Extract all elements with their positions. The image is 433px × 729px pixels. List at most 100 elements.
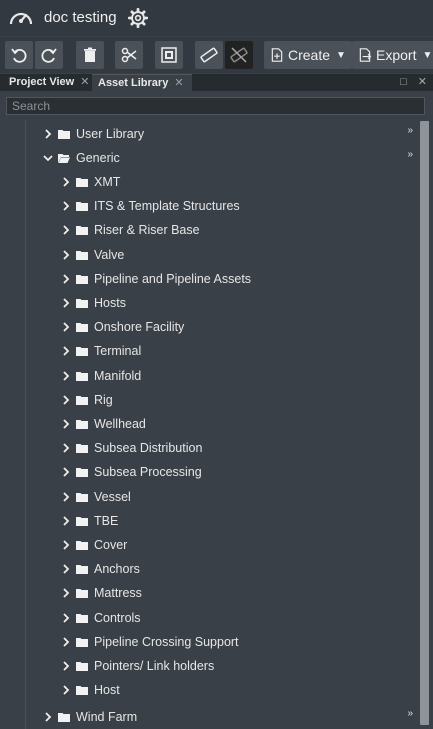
tree-item-label: Wellhead [94, 417, 146, 431]
scissors-icon [121, 47, 137, 63]
tree-item[interactable]: Valve [61, 246, 124, 264]
chevron-right-icon[interactable] [61, 225, 71, 236]
tree-item[interactable]: Pipeline Crossing Support [61, 633, 239, 651]
chevron-right-icon[interactable] [61, 177, 71, 187]
undo-icon [11, 48, 27, 63]
measure-button[interactable] [195, 41, 223, 69]
tree-item-label: ITS & Template Structures [94, 199, 240, 214]
chevron-right-icon[interactable] [61, 661, 71, 671]
chevron-right-icon[interactable] [61, 637, 71, 647]
tree-item[interactable]: Vessel [61, 488, 131, 506]
tree-item-label: Anchors [94, 562, 140, 577]
chevron-right-icon[interactable] [61, 685, 71, 695]
folder-icon [76, 395, 88, 405]
tree-item[interactable]: Cover [61, 536, 127, 554]
tree-item-label: Subsea Distribution [94, 441, 203, 456]
undo-button[interactable] [5, 41, 33, 69]
chevron-down-icon[interactable] [43, 153, 53, 163]
tree-item[interactable]: Pipeline and Pipeline Assets [61, 270, 251, 288]
folder-icon [76, 347, 88, 357]
chevron-right-icon[interactable] [61, 370, 71, 381]
folder-icon [76, 178, 88, 187]
document-title: doc testing [44, 9, 117, 26]
tree-item-label: Pipeline and Pipeline Assets [94, 271, 252, 286]
maximize-icon[interactable]: □ [400, 76, 407, 88]
tree-item[interactable]: Hosts [61, 294, 126, 312]
export-button[interactable]: Export ▼ [352, 41, 433, 69]
tree-guide-line [25, 120, 26, 729]
chevron-right-icon[interactable] [61, 322, 71, 332]
chevron-right-icon[interactable] [61, 443, 71, 453]
folder-icon [76, 371, 88, 381]
double-chevron-icon[interactable]: » [407, 149, 413, 160]
chevron-right-icon[interactable] [61, 274, 71, 284]
tree-item[interactable]: Manifold [61, 367, 141, 385]
chevron-right-icon[interactable] [61, 346, 71, 357]
tree-item[interactable]: Subsea Distribution [61, 439, 202, 457]
tree-item-user-library[interactable]: User Library [43, 125, 144, 143]
tree-item[interactable]: Anchors [61, 560, 140, 578]
tree-item-label: Cover [94, 538, 128, 552]
tree-item[interactable]: Controls [61, 609, 141, 627]
chevron-right-icon[interactable] [43, 129, 53, 139]
folder-icon [76, 492, 88, 502]
chevron-right-icon[interactable] [61, 516, 71, 526]
chevron-right-icon[interactable] [61, 201, 71, 211]
tree-item[interactable]: Riser & Riser Base [61, 221, 200, 239]
asset-tree: User Library » Generic » XMT ITS & Templa… [0, 120, 433, 729]
tree-item[interactable]: Subsea Processing [61, 463, 202, 481]
tree-item[interactable]: TBE [61, 512, 118, 530]
export-icon [359, 48, 372, 62]
close-icon[interactable]: ✕ [174, 77, 183, 89]
tree-item-label: Pipeline Crossing Support [94, 634, 239, 649]
tree-item[interactable]: Pointers/ Link holders [61, 657, 214, 675]
delete-button[interactable] [76, 41, 104, 69]
tree-item-label: Vessel [94, 489, 131, 504]
chevron-right-icon[interactable] [61, 612, 71, 623]
close-panel-icon[interactable]: ✕ [418, 76, 427, 88]
gear-icon[interactable] [127, 7, 149, 29]
close-icon[interactable]: ✕ [80, 76, 89, 88]
chevron-right-icon[interactable] [43, 712, 53, 722]
tree-item[interactable]: Mattress [61, 584, 142, 602]
chevron-right-icon[interactable] [61, 564, 71, 574]
tree-item[interactable]: XMT [61, 173, 120, 191]
tree-item[interactable]: Wellhead [61, 415, 146, 433]
create-button[interactable]: Create ▼ [264, 41, 352, 69]
tree-item-generic[interactable]: Generic [43, 149, 120, 167]
redo-button[interactable] [35, 41, 63, 69]
search-input[interactable]: Search [6, 97, 425, 115]
chevron-right-icon[interactable] [61, 419, 71, 429]
chevron-right-icon[interactable] [61, 540, 71, 550]
chevron-right-icon[interactable] [61, 298, 71, 308]
tree-item[interactable]: Host [61, 681, 120, 699]
double-chevron-icon[interactable]: » [407, 125, 413, 136]
double-chevron-icon[interactable]: » [407, 708, 413, 719]
tree-item[interactable]: Onshore Facility [61, 318, 184, 336]
folder-icon [58, 130, 70, 139]
group-button[interactable] [155, 41, 183, 69]
tree-item-label: TBE [94, 513, 119, 528]
chevron-right-icon[interactable] [61, 395, 71, 405]
tree-item[interactable]: ITS & Template Structures [61, 197, 240, 215]
cut-button[interactable] [115, 41, 143, 69]
tree-scrollbar[interactable] [420, 121, 429, 725]
chevron-right-icon[interactable] [61, 249, 71, 260]
measure-off-button[interactable] [225, 41, 253, 69]
chevron-right-icon[interactable] [61, 491, 71, 502]
tree-item-wind-farm[interactable]: Wind Farm [43, 708, 137, 726]
tree-item-label: Pointers/ Link holders [94, 659, 215, 673]
tab-asset-library[interactable]: Asset Library ✕ [92, 74, 192, 92]
toolbar: Create ▼ Export ▼ [0, 37, 433, 73]
chevron-right-icon[interactable] [61, 467, 71, 478]
chevron-right-icon[interactable] [61, 588, 71, 599]
tree-item-label: Controls [94, 610, 141, 625]
tree-item[interactable]: Rig [61, 391, 113, 409]
tree-item[interactable]: Terminal [61, 342, 141, 360]
folder-icon [76, 662, 88, 671]
dashboard-gauge-icon[interactable] [8, 6, 34, 30]
folder-icon [76, 637, 88, 647]
caret-down-icon: ▼ [336, 49, 346, 61]
tab-project-view[interactable]: Project View ✕ [3, 74, 97, 91]
title-bar: doc testing [0, 0, 433, 36]
